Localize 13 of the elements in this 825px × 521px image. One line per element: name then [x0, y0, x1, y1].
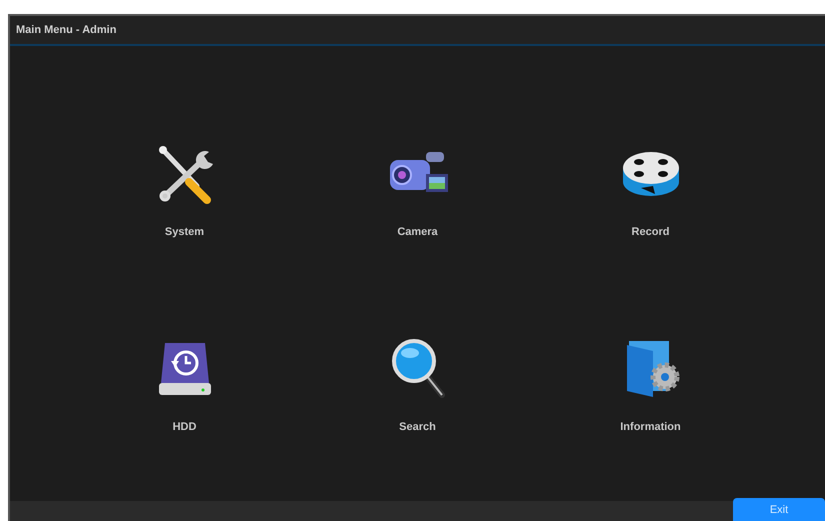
menu-item-label[interactable]: Search: [399, 421, 436, 433]
tools-icon: [158, 146, 212, 204]
menu-item-label[interactable]: Information: [620, 421, 681, 433]
film-reel-icon: [622, 152, 678, 196]
folder-gear-icon: [626, 341, 679, 397]
menu-item-label[interactable]: HDD: [172, 421, 196, 433]
menu-item-label[interactable]: Record: [632, 226, 670, 238]
menu-item-label[interactable]: Camera: [397, 226, 438, 238]
video-camera-icon: [390, 152, 448, 192]
hard-drive-icon: [158, 343, 210, 395]
window-title: Main Menu - Admin: [16, 24, 116, 36]
menu-item-label[interactable]: System: [164, 226, 204, 238]
search-icon: [392, 339, 444, 398]
